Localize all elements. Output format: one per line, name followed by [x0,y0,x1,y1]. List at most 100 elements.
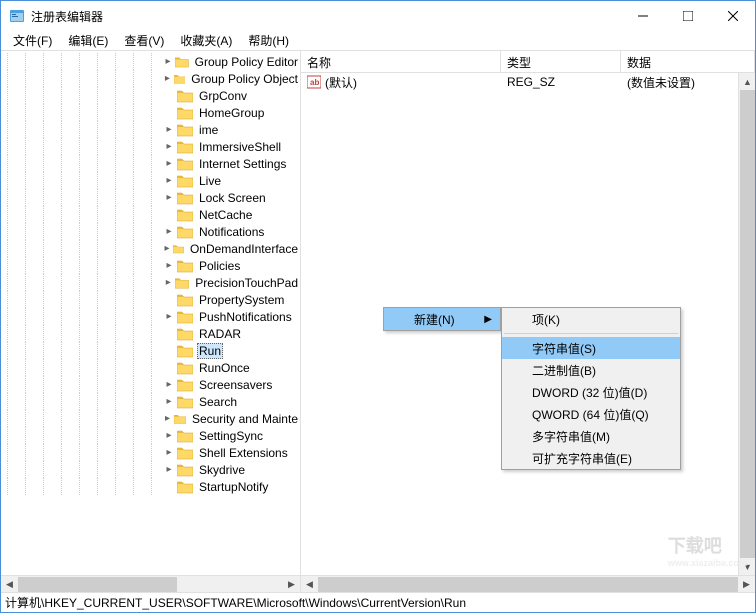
tree-item-label: RunOnce [197,361,252,375]
context-new[interactable]: 新建(N) ▶ [384,308,500,330]
scroll-left-button[interactable]: ◀ [301,576,318,593]
window-title: 注册表编辑器 [31,8,620,25]
menubar: 文件(F) 编辑(E) 查看(V) 收藏夹(A) 帮助(H) [1,31,755,51]
list-header: 名称 类型 数据 [301,51,755,73]
tree-item[interactable]: ▸PrecisionTouchPad [1,274,300,291]
expander-icon[interactable]: ▸ [163,158,175,170]
submenu-qword[interactable]: QWORD (64 位)值(Q) [502,403,680,425]
column-name[interactable]: 名称 [301,51,501,72]
tree-item[interactable]: RADAR [1,325,300,342]
expander-icon[interactable]: ▸ [163,464,175,476]
tree-item[interactable]: Run [1,342,300,359]
expander-icon[interactable] [163,345,175,357]
tree-item-label: HomeGroup [197,106,266,120]
tree-item[interactable]: ▸Group Policy Editor [1,53,300,70]
expander-icon[interactable]: ▸ [163,311,175,323]
registry-editor-window: 注册表编辑器 文件(F) 编辑(E) 查看(V) 收藏夹(A) 帮助(H) ▸G… [0,0,756,613]
tree-item[interactable]: ▸ImmersiveShell [1,138,300,155]
expander-icon[interactable]: ▸ [163,277,173,289]
menu-file[interactable]: 文件(F) [5,30,60,51]
submenu-string-label: 字符串值(S) [532,340,596,357]
tree-item[interactable]: ▸Skydrive [1,461,300,478]
expander-icon[interactable]: ▸ [163,396,175,408]
submenu-expand[interactable]: 可扩充字符串值(E) [502,447,680,469]
tree-item[interactable]: HomeGroup [1,104,300,121]
tree-item-label: PushNotifications [197,310,294,324]
tree-item[interactable]: StartupNotify [1,478,300,495]
expander-icon[interactable] [163,209,175,221]
scroll-right-button[interactable]: ▶ [738,576,755,593]
column-type[interactable]: 类型 [501,51,621,72]
menu-help[interactable]: 帮助(H) [240,30,297,51]
tree-item[interactable]: ▸Screensavers [1,376,300,393]
expander-icon[interactable]: ▸ [163,379,175,391]
tree-item[interactable]: GrpConv [1,87,300,104]
scroll-track-h[interactable] [18,576,283,593]
scroll-left-button[interactable]: ◀ [1,576,18,593]
expander-icon[interactable]: ▸ [163,226,175,238]
scroll-right-button[interactable]: ▶ [283,576,300,593]
expander-icon[interactable]: ▸ [163,73,172,85]
content-area: ▸Group Policy Editor▸Group Policy Object… [1,51,755,592]
maximize-button[interactable] [665,1,710,31]
tree-item[interactable]: ▸OnDemandInterface [1,240,300,257]
tree-item[interactable]: ▸ime [1,121,300,138]
list-scrollbar-v[interactable]: ▲ ▼ [738,73,755,575]
scroll-up-button[interactable]: ▲ [739,73,755,90]
list-body[interactable]: ab (默认) REG_SZ (数值未设置) 新建(N) ▶ [301,73,755,575]
tree-item[interactable]: ▸Policies [1,257,300,274]
submenu-dword[interactable]: DWORD (32 位)值(D) [502,381,680,403]
tree-item[interactable]: ▸Group Policy Object [1,70,300,87]
expander-icon[interactable] [163,90,175,102]
scroll-track-v[interactable] [739,90,755,558]
expander-icon[interactable]: ▸ [163,447,175,459]
scroll-thumb-v[interactable] [740,90,755,558]
expander-icon[interactable] [163,107,175,119]
column-data[interactable]: 数据 [621,51,755,72]
tree-item[interactable]: ▸Security and Mainte [1,410,300,427]
scroll-down-button[interactable]: ▼ [739,558,755,575]
list-row[interactable]: ab (默认) REG_SZ (数值未设置) [301,73,755,91]
tree-item[interactable]: ▸SettingSync [1,427,300,444]
menu-view[interactable]: 查看(V) [116,30,172,51]
expander-icon[interactable]: ▸ [163,192,175,204]
tree-item[interactable]: ▸Search [1,393,300,410]
expander-icon[interactable]: ▸ [163,124,175,136]
tree-scroll[interactable]: ▸Group Policy Editor▸Group Policy Object… [1,51,300,575]
menu-edit[interactable]: 编辑(E) [60,30,116,51]
tree-scrollbar-h[interactable]: ◀ ▶ [1,575,300,592]
expander-icon[interactable] [163,328,175,340]
tree-item[interactable]: ▸Internet Settings [1,155,300,172]
tree-item[interactable]: ▸Shell Extensions [1,444,300,461]
tree-item[interactable]: NetCache [1,206,300,223]
minimize-button[interactable] [620,1,665,31]
tree-item[interactable]: ▸ PushNotifications [1,308,300,325]
tree-item[interactable]: ▸Notifications [1,223,300,240]
expander-icon[interactable]: ▸ [163,56,173,68]
submenu-arrow-icon: ▶ [484,314,492,325]
tree-item[interactable]: ▸Lock Screen [1,189,300,206]
expander-icon[interactable]: ▸ [163,141,175,153]
submenu-multi[interactable]: 多字符串值(M) [502,425,680,447]
scroll-thumb-h[interactable] [18,577,177,592]
statusbar: 计算机\HKEY_CURRENT_USER\SOFTWARE\Microsoft… [1,592,755,612]
tree-item[interactable]: RunOnce [1,359,300,376]
expander-icon[interactable]: ▸ [163,413,172,425]
expander-icon[interactable] [163,481,175,493]
tree-item[interactable]: ▸Live [1,172,300,189]
expander-icon[interactable] [163,362,175,374]
expander-icon[interactable]: ▸ [163,260,175,272]
close-button[interactable] [710,1,755,31]
submenu-binary[interactable]: 二进制值(B) [502,359,680,381]
expander-icon[interactable]: ▸ [163,430,175,442]
submenu-string[interactable]: 字符串值(S) [502,337,680,359]
expander-icon[interactable] [163,294,175,306]
submenu-key[interactable]: 项(K) [502,308,680,330]
menu-favorites[interactable]: 收藏夹(A) [172,30,240,51]
tree-item[interactable]: PropertySystem [1,291,300,308]
list-scrollbar-h[interactable]: ◀ ▶ [301,575,755,592]
expander-icon[interactable]: ▸ [163,175,175,187]
scroll-track-h[interactable] [318,576,738,593]
scroll-thumb-h[interactable] [318,577,738,592]
expander-icon[interactable]: ▸ [163,243,171,255]
